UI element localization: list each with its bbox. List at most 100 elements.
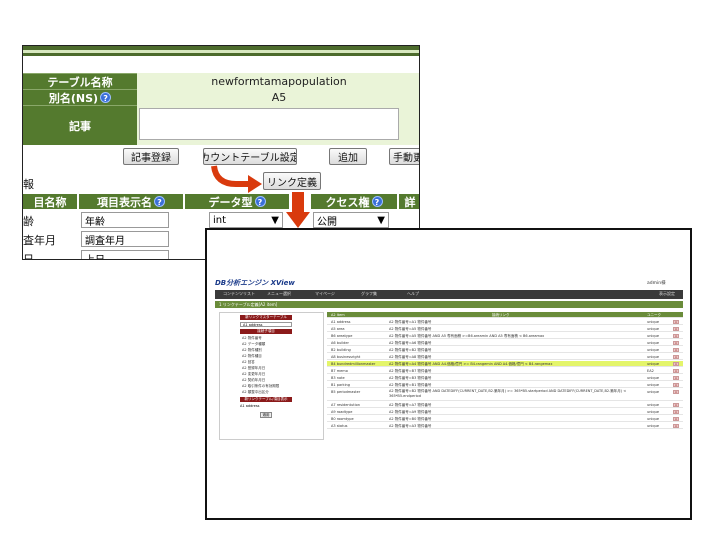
delete-icon[interactable]: × [673, 355, 679, 359]
breadcrumb: 1 リンクテーブル定義[A2 item] [219, 302, 278, 307]
row-2-display-input[interactable]: 調査年月 [81, 231, 169, 247]
row-1-name: 齢 [23, 215, 34, 228]
table-row[interactable]: B5 periodmaster A2 物件番号=B2 物件番号 AND DATED… [327, 389, 683, 401]
delete-icon[interactable]: × [673, 362, 679, 366]
user-label: admin様 [647, 281, 666, 286]
article-label: 記事 [23, 105, 137, 145]
article-textarea[interactable] [139, 108, 399, 140]
table-row[interactable]: B1 parking A2 物件番号=B1 物件番号 unique × [327, 382, 683, 388]
table-row[interactable]: A3 status A2 物件番号=A3 物件番号 unique × [327, 423, 683, 429]
delete-icon[interactable]: × [673, 417, 679, 421]
list-item[interactable]: A2 物件種目 [242, 354, 262, 359]
row-item: B2 building [331, 348, 351, 352]
help-icon[interactable]: ? [371, 196, 383, 207]
list-item[interactable]: A2 登録年月日 [242, 366, 265, 371]
table-row[interactable]: B3 note A2 物件番号=B3 物件番号 unique × [327, 375, 683, 381]
arrow-head-icon [248, 175, 262, 193]
table-row[interactable]: A9 roadtype A2 物件番号=A9 物件番号 unique × [327, 409, 683, 415]
row-item: B6 areatype [331, 334, 353, 338]
table-row[interactable]: B0 roomtype A2 物件番号=B0 物件番号 unique × [327, 416, 683, 422]
delete-icon[interactable]: × [673, 348, 679, 352]
list-item[interactable]: A2 物件番号 [242, 336, 262, 341]
arrow-graphic [211, 165, 310, 228]
field-button[interactable]: 接続子項目 [240, 329, 292, 334]
row-link: A2 物件番号=B2 物件番号 AND DATEDIFF(CURRENT_DAT… [389, 389, 627, 398]
list-item[interactable]: A2 類整中出区分 [242, 390, 269, 395]
chevron-down-icon: ▼ [377, 214, 385, 226]
delete-icon[interactable]: × [673, 334, 679, 338]
delete-icon[interactable]: × [673, 383, 679, 387]
row-link: A2 物件番号=A5 物件番号 [389, 327, 432, 331]
list-item[interactable]: A2 取引条件の有効期限 [242, 384, 279, 389]
row-item: A3 status [331, 424, 348, 428]
row-item: B3 note [331, 376, 345, 380]
row-item: B4 bundredmillionmaster [331, 362, 376, 366]
target-table-button[interactable]: 新リンクテーブル/項目表示 [240, 397, 292, 402]
row-link: A2 物件番号=A8 物件番号 [389, 355, 432, 359]
row-item: B1 parking [331, 383, 350, 387]
nav-display-settings[interactable]: 表示設定 [659, 291, 675, 297]
delete-icon[interactable]: × [673, 410, 679, 414]
curved-arrow-icon [211, 165, 250, 187]
table-row[interactable]: A5 area A2 物件番号=A5 物件番号 unique × [327, 326, 683, 332]
manual-update-button[interactable]: 手動更 [389, 148, 419, 165]
delete-icon[interactable]: × [673, 403, 679, 407]
row-1-access-select[interactable]: 公開 ▼ [313, 212, 389, 228]
help-icon[interactable]: ? [100, 92, 112, 103]
delete-icon[interactable]: × [673, 341, 679, 345]
link-table-screenshot: DB分析エンジン XView admin様 コンテンツリスト メニュー選択 マイ… [205, 228, 692, 520]
delete-icon[interactable]: × [673, 390, 679, 394]
delete-icon[interactable]: × [673, 424, 679, 428]
row-3-display-input[interactable]: 上日 [81, 250, 169, 259]
table-name-label: テーブル名称 [23, 73, 137, 89]
list-item[interactable]: A2 変更年月日 [242, 372, 265, 377]
list-item[interactable]: A2 データ種類 [242, 342, 265, 347]
alias-label: 別名(NS)? [23, 89, 137, 105]
row-link: A2 物件番号=A1 物件番号 [389, 320, 432, 324]
table-row[interactable]: A8 businessright A2 物件番号=A8 物件番号 unique × [327, 354, 683, 360]
row-3-name: 日 [23, 253, 34, 260]
delete-icon[interactable]: × [673, 369, 679, 373]
target-select[interactable]: A1 address [240, 404, 292, 409]
table-name-value: newformtamapopulation [137, 73, 419, 89]
delete-icon[interactable]: × [673, 320, 679, 324]
row-item: A5 area [331, 327, 345, 331]
list-item[interactable]: A2 物件種別 [242, 348, 262, 353]
down-arrow-head-icon [286, 212, 310, 228]
apply-button[interactable]: 適用 [260, 412, 272, 418]
row-unique: unique [647, 355, 660, 359]
source-select[interactable]: A1 address [240, 322, 292, 327]
app-title: DB分析エンジン XView [215, 279, 295, 287]
nav-mypage[interactable]: マイページ [315, 291, 335, 297]
source-table-button[interactable]: 新リンクマスターテーブル [240, 315, 292, 320]
row-unique: unique [647, 424, 660, 428]
row-1-display-input[interactable]: 年齢 [81, 212, 169, 228]
table-row[interactable]: A1 address A2 物件番号=A1 物件番号 unique × [327, 319, 683, 325]
list-item[interactable]: A2 回答 [242, 360, 255, 365]
nav-graphs[interactable]: グラフ集 [361, 291, 377, 297]
table-row[interactable]: B6 areatype A2 物件番号=A5 物件番号 AND A5 専有面積 >… [327, 333, 683, 339]
table-row[interactable]: B4 bundredmillionmaster A2 物件番号=A4 物件番号 A… [327, 361, 683, 367]
row-link: A2 物件番号=B1 物件番号 [389, 383, 432, 387]
add-button[interactable]: 追加 [329, 148, 367, 165]
nav-help[interactable]: ヘルプ [407, 291, 419, 297]
down-arrow-icon [292, 192, 304, 214]
delete-icon[interactable]: × [673, 327, 679, 331]
table-row[interactable]: A7 residentution A2 物件番号=A7 物件番号 unique × [327, 402, 683, 408]
row-unique: unique [647, 390, 660, 394]
list-item[interactable]: A2 契約年月日 [242, 378, 265, 383]
register-article-button[interactable]: 記事登録 [123, 148, 179, 165]
row-unique: unique [647, 348, 660, 352]
table-row[interactable]: B7 memo A2 物件番号=B7 物件番号 EA2 × [327, 368, 683, 374]
nav-menu[interactable]: メニュー選択 [267, 291, 291, 297]
alias-value: A5 [137, 89, 419, 105]
row-item: A9 roadtype [331, 410, 353, 414]
delete-icon[interactable]: × [673, 376, 679, 380]
row-link: A2 物件番号=A7 物件番号 [389, 403, 432, 407]
header-unique: ユニーク [647, 313, 661, 317]
table-row[interactable]: A6 builder A2 物件番号=A6 物件番号 unique × [327, 340, 683, 346]
row-link: A2 物件番号=B0 物件番号 [389, 417, 432, 421]
table-row[interactable]: B2 building A2 物件番号=B2 物件番号 unique × [327, 347, 683, 353]
help-icon[interactable]: ? [154, 196, 165, 207]
nav-contents[interactable]: コンテンツリスト [223, 291, 255, 297]
